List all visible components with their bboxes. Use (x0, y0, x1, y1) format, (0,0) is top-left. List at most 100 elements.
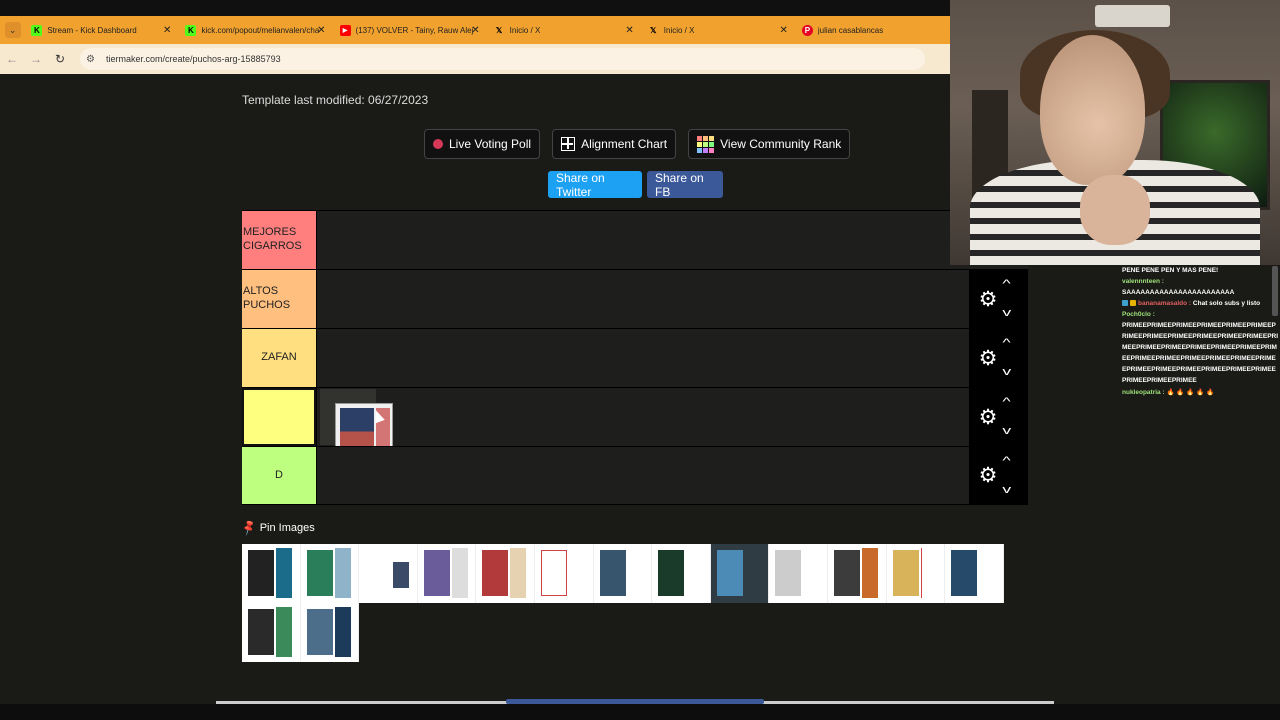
pin-images-toggle[interactable]: 📌 Pin Images (240, 519, 315, 536)
tier-controls: ⚙ ^ v (969, 270, 1028, 328)
chevron-down-icon[interactable]: v (1002, 484, 1011, 496)
tier-label[interactable]: MEJORES CIGARROS (242, 211, 316, 269)
tier-drop-zone[interactable] (316, 211, 1028, 269)
pool-item-image[interactable] (945, 544, 1004, 603)
tier-controls: ⚙ ^ v (969, 329, 1028, 387)
live-voting-label: Live Voting Poll (449, 137, 532, 151)
chevron-down-icon: ⌄ (4, 22, 21, 38)
live-voting-button[interactable]: Live Voting Poll (424, 129, 541, 159)
stream-chat: PENE PENE PEN Y MAS PENE! valennnteen :S… (1118, 265, 1280, 425)
chat-scrollbar[interactable] (1272, 266, 1278, 316)
pool-item-image[interactable] (300, 603, 359, 662)
close-icon[interactable]: ✕ (779, 25, 787, 36)
tool-buttons: Live Voting Poll Alignment Chart View Co… (424, 129, 851, 159)
gear-icon[interactable]: ⚙ (973, 405, 1003, 430)
kick-icon: K (185, 24, 197, 36)
pool-item-image[interactable] (769, 544, 828, 603)
url-field[interactable]: ⚙ tiermaker.com/create/puchos-arg-158857… (80, 48, 925, 70)
tier-controls: ⚙ ^ v (969, 447, 1028, 504)
tier-list: MEJORES CIGARROS ALTOS PUCHOS ⚙ ^ v ZAFAN… (242, 210, 1028, 505)
pool-item-image[interactable] (593, 544, 653, 603)
tier-grid-icon (697, 135, 715, 153)
close-icon[interactable]: ✕ (317, 25, 325, 36)
tab-x-2[interactable]: 𝕏 Inicio / X ✕ (642, 16, 796, 44)
tier-label[interactable] (242, 388, 316, 446)
pool-item-image[interactable] (476, 544, 535, 603)
url-text: tiermaker.com/create/puchos-arg-15885793 (106, 54, 281, 64)
close-icon[interactable]: ✕ (163, 25, 171, 36)
pool-item-image[interactable] (300, 544, 360, 603)
tab-title: (137) VOLVER - Tainy, Rauw Alejandro (355, 25, 474, 35)
pool-item-image[interactable] (827, 544, 887, 603)
tier-label[interactable]: D (242, 447, 316, 504)
tab-pinterest[interactable]: P julian casablancas (796, 16, 950, 44)
tab-title: julian casablancas (817, 25, 884, 35)
tier-controls: ⚙ ^ v (969, 388, 1028, 446)
chevron-down-icon[interactable]: v (1002, 367, 1011, 378)
pool-item-image[interactable] (242, 603, 301, 662)
tab-search-button[interactable]: ⌄ (0, 16, 25, 44)
tier-row: MEJORES CIGARROS (242, 210, 1028, 269)
community-rank-button[interactable]: View Community Rank (688, 129, 851, 159)
alignment-chart-button[interactable]: Alignment Chart (552, 129, 677, 159)
tier-drop-zone[interactable] (316, 329, 1028, 387)
tier-label[interactable]: ALTOS PUCHOS (242, 270, 316, 328)
chevron-down-icon[interactable]: v (1002, 308, 1011, 319)
tab-title: Inicio / X (663, 25, 695, 35)
tab-kick-dashboard[interactable]: K Stream - Kick Dashboard ✕ (25, 16, 179, 44)
gear-icon[interactable]: ⚙ (973, 287, 1003, 312)
tier-drop-zone[interactable] (316, 447, 1028, 504)
sub-badge-icon (1122, 300, 1128, 307)
record-dot-icon (433, 139, 443, 149)
share-twitter-button[interactable]: Share on Twitter (548, 171, 642, 199)
gear-icon[interactable]: ⚙ (973, 346, 1003, 371)
x-icon: 𝕏 (495, 25, 503, 35)
bottom-bar (0, 704, 1280, 720)
grid-icon (561, 137, 576, 151)
webcam-overlay (950, 0, 1280, 265)
tab-title: Stream - Kick Dashboard (47, 25, 137, 35)
alignment-chart-label: Alignment Chart (581, 137, 668, 151)
site-info-icon[interactable]: ⚙ (86, 54, 100, 65)
pool-item-image[interactable] (534, 544, 594, 603)
tier-row: ZAFAN ⚙ ^ v (242, 328, 1028, 387)
reload-button[interactable]: ↻ (48, 44, 72, 74)
share-fb-button[interactable]: Share on FB (647, 171, 723, 199)
chevron-up-icon[interactable]: ^ (1002, 338, 1011, 349)
close-icon[interactable]: ✕ (625, 25, 633, 36)
tier-drop-zone[interactable] (316, 270, 1028, 328)
chevron-down-icon[interactable]: v (1002, 426, 1011, 437)
tab-title: Inicio / X (509, 25, 541, 35)
tier-drop-zone[interactable] (316, 388, 1028, 461)
pool-item-image[interactable] (710, 544, 770, 603)
pool-item-image[interactable] (359, 544, 418, 603)
pool-item-image[interactable] (652, 544, 711, 603)
pin-images-label: Pin Images (259, 521, 315, 534)
kick-icon: K (31, 24, 43, 36)
tier-row: D ⚙ ^ v (242, 446, 1028, 505)
tab-x-1[interactable]: 𝕏 Inicio / X ✕ (488, 16, 642, 44)
pool-item-image[interactable] (417, 544, 477, 603)
chat-message: Poch0clo : PRIMEEPRIMEEPRIMEEPRIMEEPRIMEE… (1122, 311, 1279, 385)
chevron-up-icon[interactable]: ^ (1002, 279, 1011, 290)
chevron-up-icon[interactable]: ^ (1002, 455, 1011, 467)
face (1040, 35, 1145, 185)
chat-message: bananamasaldo : Chat solo subs y listo (1122, 298, 1280, 309)
address-bar: ← → ↻ ⚙ tiermaker.com/create/puchos-arg-… (0, 44, 950, 74)
tab-youtube[interactable]: ▶ (137) VOLVER - Tainy, Rauw Alejandro ✕ (334, 16, 488, 44)
window-top-strip (0, 0, 950, 16)
youtube-icon: ▶ (339, 24, 351, 36)
image-pool (242, 544, 1004, 662)
air-conditioner (1095, 5, 1170, 27)
tier-label[interactable]: ZAFAN (242, 329, 316, 387)
tab-kick-chat[interactable]: K kick.com/popout/melianvalen/chat ✕ (179, 16, 333, 44)
gear-icon[interactable]: ⚙ (973, 463, 1003, 488)
back-button[interactable]: ← (0, 44, 24, 74)
chevron-up-icon[interactable]: ^ (1002, 397, 1011, 408)
pool-item-image[interactable] (886, 544, 946, 603)
tab-bar: ⌄ K Stream - Kick Dashboard ✕ K kick.com… (0, 16, 950, 44)
pool-item-image[interactable] (242, 544, 301, 603)
tab-title: kick.com/popout/melianvalen/chat (201, 25, 320, 35)
close-icon[interactable]: ✕ (471, 25, 479, 36)
forward-button[interactable]: → (24, 44, 48, 74)
